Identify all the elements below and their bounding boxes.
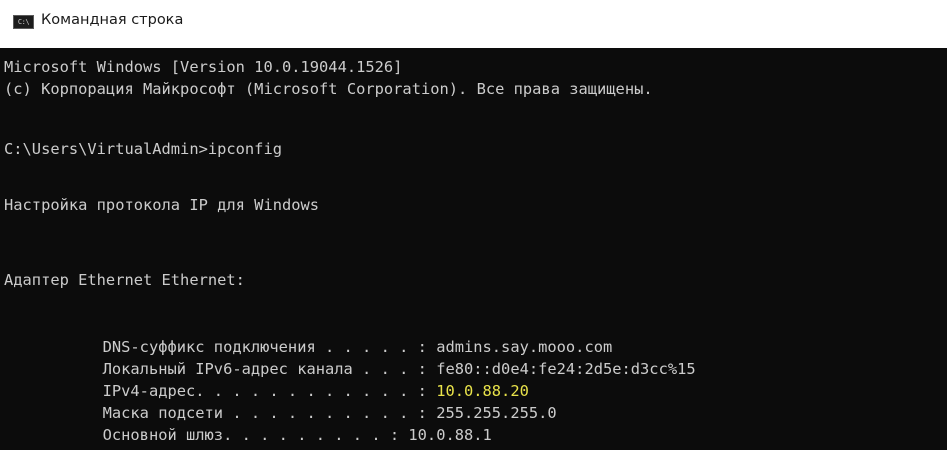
console-line-ip-config-header: Настройка протокола IP для Windows [4, 196, 320, 214]
console-line-copyright: (c) Корпорация Майкрософт (Microsoft Cor… [4, 80, 653, 98]
title-bar[interactable]: C:\ Командная строка [0, 0, 947, 42]
console-output[interactable]: Microsoft Windows [Version 10.0.19044.15… [0, 48, 947, 450]
config-label: Основной шлюз. . . . . . . . . : [102, 426, 409, 444]
console-line-adapter: Адаптер Ethernet Ethernet: [4, 271, 245, 289]
config-row-gateway: Основной шлюз. . . . . . . . . : 10.0.88… [47, 402, 492, 450]
cmd-window: C:\ Командная строка Microsoft Windows [… [0, 0, 947, 450]
window-title: Командная строка [41, 12, 184, 28]
cmd-icon-glyph: C:\ [17, 17, 30, 26]
config-value: 10.0.88.1 [408, 426, 492, 444]
cmd-icon: C:\ [13, 15, 34, 29]
console-line-version: Microsoft Windows [Version 10.0.19044.15… [4, 58, 403, 76]
console-line-command: C:\Users\VirtualAdmin>ipconfig [4, 140, 282, 158]
